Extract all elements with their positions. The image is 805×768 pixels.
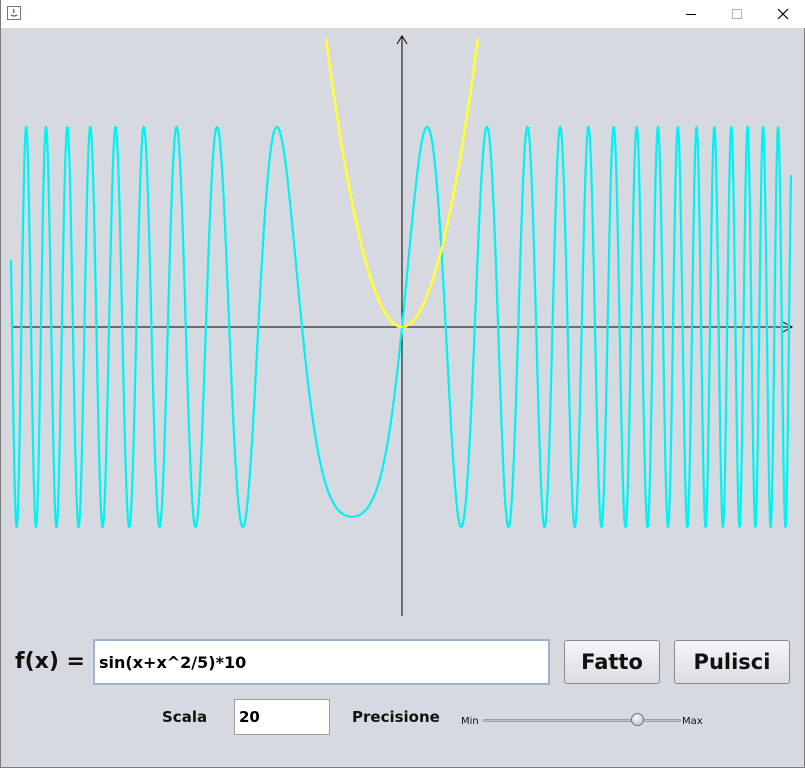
precisione-label: Precisione xyxy=(352,708,440,726)
title-bar[interactable] xyxy=(1,0,805,28)
function-input[interactable] xyxy=(93,639,550,685)
precisione-slider-thumb[interactable] xyxy=(631,713,645,726)
app-window: f(x) = Fatto Pulisci Scala Precisione Mi… xyxy=(0,0,805,768)
close-button[interactable] xyxy=(760,0,805,28)
scala-input[interactable] xyxy=(234,699,330,735)
slider-min-label: Min xyxy=(461,716,479,727)
minimize-button[interactable] xyxy=(668,0,714,28)
close-icon xyxy=(777,8,789,20)
maximize-icon xyxy=(732,9,742,19)
java-app-icon xyxy=(7,6,21,20)
minimize-icon xyxy=(686,14,696,15)
function-label: f(x) = xyxy=(15,649,85,674)
slider-max-label: Max xyxy=(682,716,703,727)
graph-canvas[interactable] xyxy=(1,28,804,628)
scala-label: Scala xyxy=(162,708,208,726)
maximize-button[interactable] xyxy=(714,0,760,28)
precisione-slider-track[interactable] xyxy=(483,719,681,722)
pulisci-button[interactable]: Pulisci xyxy=(674,640,790,684)
fatto-button[interactable]: Fatto xyxy=(564,640,660,684)
